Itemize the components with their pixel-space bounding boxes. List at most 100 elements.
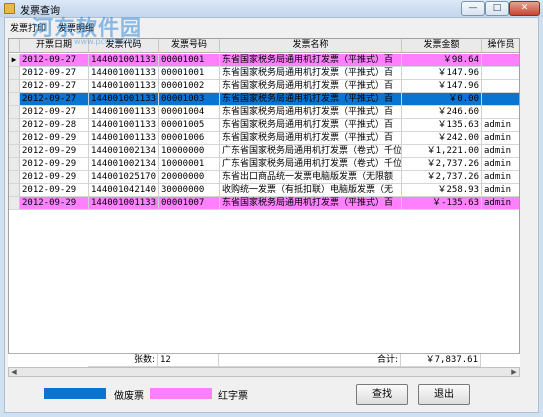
- cell-operator: admin: [482, 197, 519, 210]
- cell-code: 144001042140: [89, 184, 159, 197]
- watermark-url: www.pc0359.cn: [74, 37, 138, 46]
- table-row[interactable]: 2012-09-29 144001002134 10000001 广东省国家税务局通用…: [9, 158, 519, 171]
- cell-operator: [482, 93, 519, 106]
- cell-amount: ￥246.60: [402, 106, 482, 119]
- cell-operator: [482, 80, 519, 93]
- cell-code: 144001001133: [89, 93, 159, 106]
- cell-amount: ￥0.00: [402, 93, 482, 106]
- app-icon: [4, 3, 15, 14]
- legend-red-label: 红字票: [218, 391, 248, 402]
- cell-date: 2012-09-29: [20, 171, 89, 184]
- cell-amount: ￥98.64: [402, 54, 482, 67]
- table-row[interactable]: 2012-09-29 144001002134 10000000 广东省国家税务局通用…: [9, 145, 519, 158]
- cell-number: 00001001: [159, 54, 220, 67]
- cell-name: 东省国家税务局通用机打发票（平推式）百: [220, 93, 402, 106]
- minimize-button[interactable]: —: [461, 1, 485, 16]
- cell-operator: [482, 67, 519, 80]
- count-label: 张数:: [88, 354, 158, 367]
- cell-operator: admin: [482, 132, 519, 145]
- table-row[interactable]: 2012-09-27 144001001133 00001001 东省国家税务局通用机…: [9, 67, 519, 80]
- cell-name: 广东省国家税务局通用机打发票（卷式）千位: [220, 158, 402, 171]
- cell-amount: ￥-135.63: [402, 197, 482, 210]
- cell-number: 00001003: [159, 93, 220, 106]
- cell-number: 00001001: [159, 67, 220, 80]
- cell-number: 00001006: [159, 132, 220, 145]
- row-indicator: [9, 80, 20, 93]
- table-row[interactable]: 2012-09-28 144001001133 00001005 东省国家税务局通用机…: [9, 119, 519, 132]
- row-indicator: [9, 93, 20, 106]
- count-value: 12: [158, 354, 219, 367]
- cell-operator: admin: [482, 158, 519, 171]
- cell-number: 00001004: [159, 106, 220, 119]
- cell-number: 20000000: [159, 171, 220, 184]
- cell-operator: admin: [482, 119, 519, 132]
- cell-name: 东省国家税务局通用机打发票（平推式）百: [220, 54, 402, 67]
- cell-code: 144001001133: [89, 132, 159, 145]
- column-header-number[interactable]: 发票号码: [159, 39, 220, 53]
- cell-number: 10000000: [159, 145, 220, 158]
- scroll-right-icon[interactable]: ▶: [509, 368, 519, 376]
- row-indicator: [9, 158, 20, 171]
- cell-name: 东省出口商品统一发票电脑版发票（无限额: [220, 171, 402, 184]
- cell-number: 30000000: [159, 184, 220, 197]
- row-indicator: [9, 132, 20, 145]
- legend-red-swatch: [150, 388, 212, 399]
- cell-code: 144001002134: [89, 145, 159, 158]
- horizontal-scrollbar[interactable]: ◀ ▶: [8, 367, 520, 377]
- cell-name: 收购统一发票（有抵扣联）电脑版发票（无: [220, 184, 402, 197]
- cell-date: 2012-09-27: [20, 106, 89, 119]
- row-indicator: [9, 171, 20, 184]
- cell-amount: ￥258.93: [402, 184, 482, 197]
- row-indicator: [9, 67, 20, 80]
- cell-amount: ￥242.00: [402, 132, 482, 145]
- scroll-left-icon[interactable]: ◀: [9, 368, 19, 376]
- column-header-amount[interactable]: 发票金额: [402, 39, 482, 53]
- cell-operator: [482, 106, 519, 119]
- cell-amount: ￥147.96: [402, 67, 482, 80]
- table-row[interactable]: 2012-09-27 144001001133 00001004 东省国家税务局通用机…: [9, 106, 519, 119]
- cell-date: 2012-09-27: [20, 54, 89, 67]
- exit-button[interactable]: 退出: [418, 384, 470, 405]
- column-header-operator[interactable]: 操作员: [482, 39, 519, 53]
- table-row[interactable]: ▶ 2012-09-27 144001001133 00001001 东省国家税务局通用…: [9, 54, 519, 67]
- cell-code: 144001001133: [89, 54, 159, 67]
- row-indicator: [9, 106, 20, 119]
- cell-amount: ￥135.63: [402, 119, 482, 132]
- row-indicator-header: [9, 39, 20, 53]
- cell-date: 2012-09-28: [20, 119, 89, 132]
- cell-amount: ￥2,737.26: [402, 158, 482, 171]
- cell-date: 2012-09-29: [20, 145, 89, 158]
- table-row[interactable]: 2012-09-27 144001001133 00001003 东省国家税务局通用机…: [9, 93, 519, 106]
- column-header-name[interactable]: 发票名称: [220, 39, 402, 53]
- legend-void-label: 做废票: [114, 391, 144, 402]
- search-button[interactable]: 查找: [356, 384, 408, 405]
- total-label: 合计:: [219, 354, 401, 367]
- row-indicator: [9, 184, 20, 197]
- cell-code: 144001001133: [89, 197, 159, 210]
- table-row[interactable]: 2012-09-29 144001042140 30000000 收购统一发票（有抵扣…: [9, 184, 519, 197]
- total-value: ￥7,837.61: [401, 354, 481, 367]
- legend-void-swatch: [44, 388, 106, 399]
- cell-date: 2012-09-27: [20, 67, 89, 80]
- cell-name: 东省国家税务局通用机打发票（平推式）百: [220, 119, 402, 132]
- row-indicator: [9, 119, 20, 132]
- cell-code: 144001001133: [89, 106, 159, 119]
- cell-date: 2012-09-27: [20, 93, 89, 106]
- table-row[interactable]: 2012-09-29 144001001133 00001007 东省国家税务局通用机…: [9, 197, 519, 210]
- close-button[interactable]: ✕: [509, 1, 540, 16]
- cell-code: 144001001133: [89, 119, 159, 132]
- row-indicator: [9, 145, 20, 158]
- cell-code: 144001001133: [89, 80, 159, 93]
- cell-amount: ￥147.96: [402, 80, 482, 93]
- cell-date: 2012-09-29: [20, 158, 89, 171]
- table-row[interactable]: 2012-09-29 144001025170 20000000 东省出口商品统一发票…: [9, 171, 519, 184]
- cell-amount: ￥1,221.00: [402, 145, 482, 158]
- cell-operator: admin: [482, 184, 519, 197]
- cell-operator: admin: [482, 145, 519, 158]
- table-row[interactable]: 2012-09-29 144001001133 00001006 东省国家税务局通用机…: [9, 132, 519, 145]
- cell-date: 2012-09-29: [20, 184, 89, 197]
- cell-name: 广东省国家税务局通用机打发票（卷式）千位: [220, 145, 402, 158]
- maximize-button[interactable]: □: [485, 1, 509, 16]
- cell-date: 2012-09-27: [20, 80, 89, 93]
- table-row[interactable]: 2012-09-27 144001001133 00001002 东省国家税务局通用机…: [9, 80, 519, 93]
